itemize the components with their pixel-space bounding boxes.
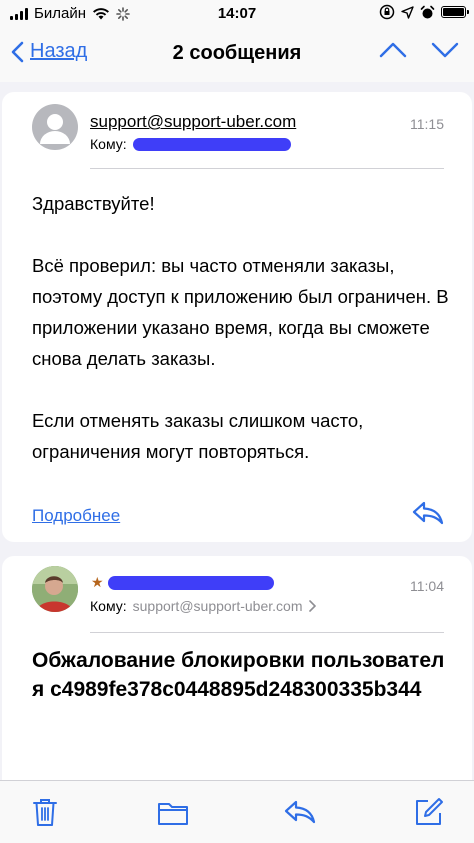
status-bar: Билайн 14:07: [0, 0, 474, 28]
reply-button[interactable]: [412, 500, 444, 531]
profile-photo-icon: [32, 566, 78, 612]
star-icon: ★: [91, 574, 104, 590]
body-paragraph: Если отменять заказы слишком часто, огра…: [32, 410, 364, 462]
body-paragraph: Здравствуйте!: [32, 193, 155, 214]
chevron-up-icon: [379, 42, 407, 58]
recipient-line: Кому:: [90, 136, 291, 152]
move-to-folder-button[interactable]: [157, 800, 189, 831]
to-label: Кому:: [90, 136, 127, 152]
sender-address[interactable]: support@support-uber.com: [90, 112, 296, 132]
sender-avatar-photo[interactable]: [32, 566, 78, 612]
next-message-button[interactable]: [430, 40, 460, 65]
sender-avatar[interactable]: [32, 104, 78, 150]
message-card-1: support@support-uber.com 11:15 Кому: Здр…: [2, 92, 472, 542]
location-icon: [401, 5, 414, 19]
trash-icon: [33, 799, 57, 826]
body-paragraph: Всё проверил: вы часто отменяли заказы, …: [32, 255, 449, 369]
nav-bar: Назад 2 сообщения: [0, 28, 474, 82]
reply-toolbar-button[interactable]: [284, 799, 316, 830]
header-divider: [90, 632, 444, 633]
recipient-address: support@support-uber.com: [132, 598, 303, 614]
status-right: [379, 4, 469, 20]
reply-icon: [284, 800, 316, 824]
battery-icon: [441, 6, 469, 18]
header-divider: [90, 168, 444, 169]
message-navigation: [378, 40, 460, 65]
recipient-line[interactable]: Кому: support@support-uber.com: [90, 598, 317, 614]
message-body: Здравствуйте! Всё проверил: вы часто отм…: [32, 188, 452, 498]
redacted-recipient: [132, 137, 291, 151]
chevron-right-icon: [309, 600, 317, 612]
chevron-down-icon: [431, 42, 459, 58]
more-link[interactable]: Подробнее: [32, 506, 120, 526]
delete-button[interactable]: [32, 797, 58, 832]
compose-icon: [416, 798, 443, 825]
person-placeholder-icon: [40, 114, 70, 144]
redacted-sender: [108, 576, 274, 590]
message-time: 11:15: [410, 116, 444, 132]
folder-icon: [158, 803, 188, 825]
previous-message-button[interactable]: [378, 40, 408, 65]
alarm-icon: [420, 5, 435, 18]
message-card-2: ★ 11:04 Кому: support@support-uber.com О…: [2, 556, 472, 780]
message-subject: Обжалование блокировки пользователя c498…: [32, 649, 445, 701]
bottom-toolbar: [0, 780, 474, 843]
reply-icon: [412, 501, 444, 525]
compose-button[interactable]: [414, 797, 444, 832]
message-time: 11:04: [410, 578, 444, 594]
to-label: Кому:: [90, 598, 127, 614]
orientation-lock-icon: [379, 4, 395, 20]
